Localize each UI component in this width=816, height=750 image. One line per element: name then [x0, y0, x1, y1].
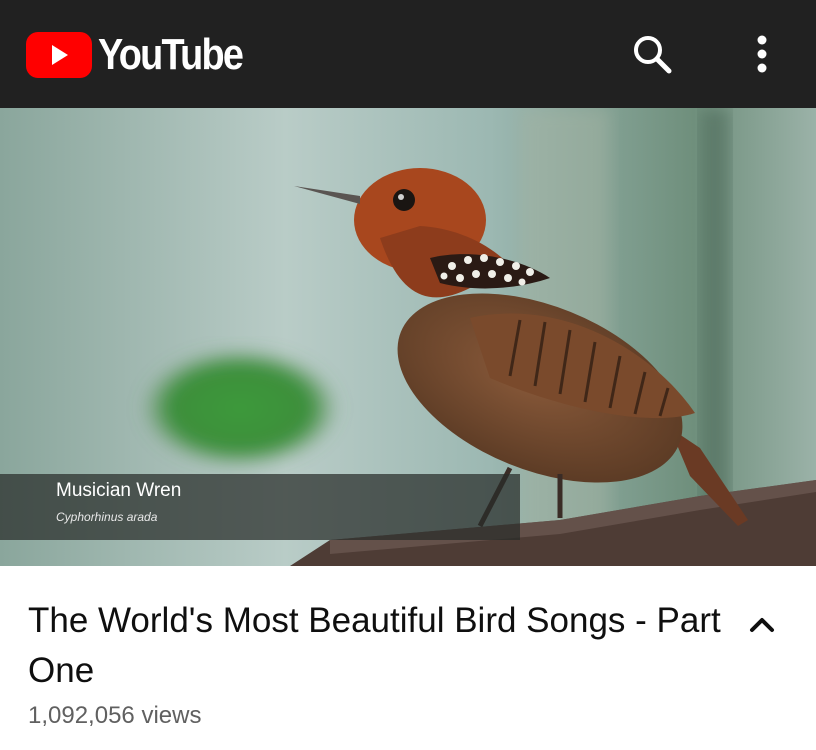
- youtube-logo[interactable]: YouTube: [26, 30, 266, 79]
- video-player[interactable]: Musician Wren Cyphorhinus arada: [0, 108, 816, 566]
- search-button[interactable]: [628, 30, 676, 78]
- species-common-name: Musician Wren: [56, 480, 182, 501]
- more-options-button[interactable]: [740, 30, 784, 78]
- species-scientific-name: Cyphorhinus arada: [56, 510, 158, 524]
- play-logo-icon: [26, 32, 92, 78]
- video-title[interactable]: The World's Most Beautiful Bird Songs - …: [28, 596, 728, 696]
- expand-description-button[interactable]: [742, 606, 782, 642]
- more-vert-icon: [757, 35, 767, 73]
- logo-wordmark: YouTube: [98, 30, 244, 79]
- search-icon: [634, 36, 672, 74]
- chevron-up-icon: [750, 618, 774, 632]
- view-count: 1,092,056 views: [28, 702, 202, 729]
- top-app-bar: YouTube: [0, 0, 816, 108]
